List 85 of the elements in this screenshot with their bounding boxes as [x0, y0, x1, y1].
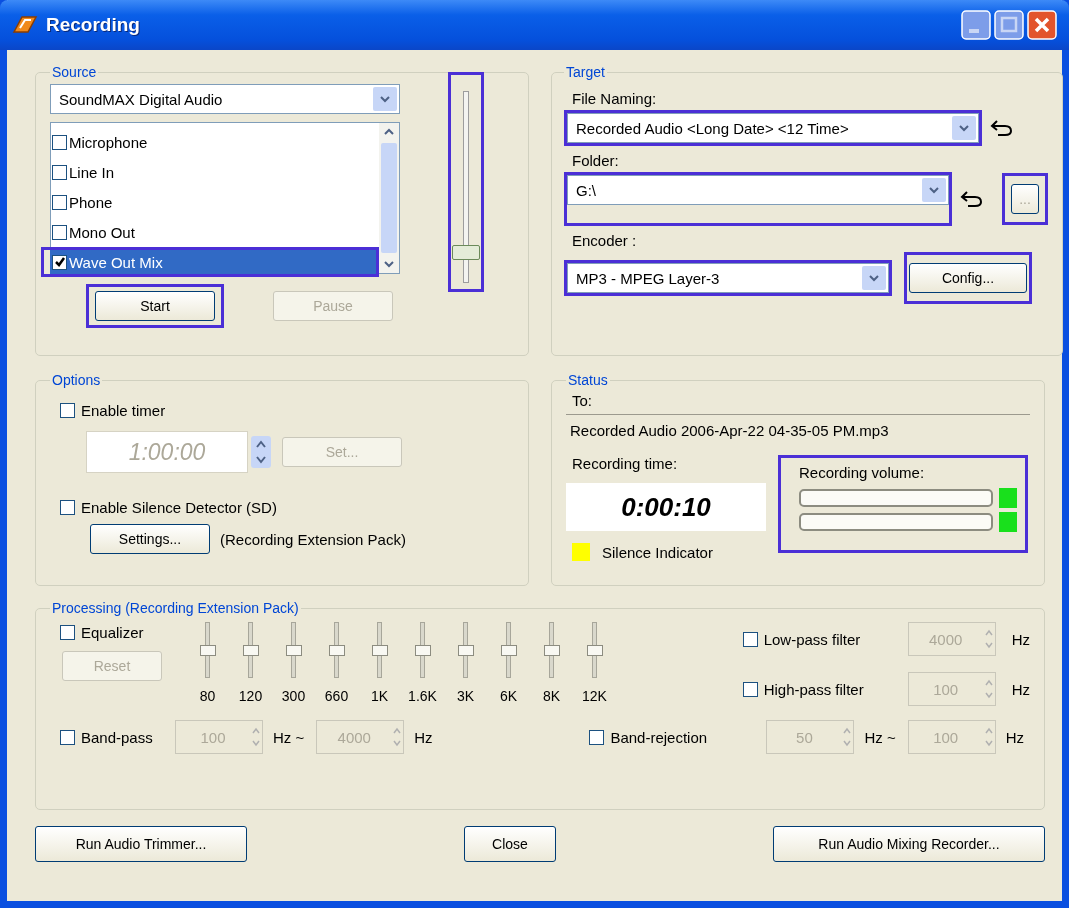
- unit-label: Hz: [414, 728, 433, 746]
- band-label: 6K: [499, 688, 518, 704]
- start-button[interactable]: Start: [95, 291, 215, 321]
- volume-slider-thumb[interactable]: [452, 245, 480, 261]
- unit-label: Hz: [1011, 680, 1030, 698]
- field-label: Folder:: [572, 152, 620, 170]
- group-title: Target: [565, 64, 606, 80]
- list-item[interactable]: Line In: [50, 160, 376, 184]
- recording-time-display: 0:00:10: [566, 483, 766, 531]
- undo-icon[interactable]: [960, 189, 984, 209]
- checkbox[interactable]: [52, 134, 67, 150]
- window-title: Recording: [46, 14, 141, 36]
- equalizer-slider-thumb[interactable]: [458, 645, 474, 656]
- group-title: Source: [51, 64, 98, 80]
- band-label: 3K: [456, 688, 475, 704]
- band-label: 1.6K: [408, 688, 437, 704]
- band-label: 660: [324, 688, 349, 704]
- checkbox[interactable]: [52, 164, 67, 180]
- file-naming-dropdown[interactable]: Recorded Audio <Long Date> <12 Time>: [567, 113, 979, 143]
- unit-label: Hz ~: [273, 728, 305, 746]
- indicator-label: Silence Indicator: [602, 543, 713, 561]
- equalizer-slider-thumb[interactable]: [587, 645, 603, 656]
- field-label: To:: [572, 392, 593, 410]
- checkbox[interactable]: [60, 625, 75, 640]
- equalizer-slider-thumb[interactable]: [372, 645, 388, 656]
- checkbox[interactable]: [52, 194, 67, 210]
- band-label: 12K: [582, 688, 607, 704]
- dialog-button[interactable]: Run Audio Trimmer...: [35, 826, 247, 862]
- close-icon[interactable]: [1027, 10, 1057, 40]
- equalizer-slider-thumb[interactable]: [544, 645, 560, 656]
- output-file-field: Recorded Audio 2006-Apr-22 04-35-05 PM.mp3: [566, 414, 1030, 445]
- equalizer-slider-thumb[interactable]: [200, 645, 216, 656]
- checkbox[interactable]: [742, 631, 758, 647]
- field-label: Encoder :: [572, 232, 638, 250]
- maximize-icon[interactable]: [994, 10, 1024, 40]
- undo-icon[interactable]: [990, 118, 1014, 138]
- equalizer-slider-thumb[interactable]: [243, 645, 259, 656]
- checkbox-label: Enable timer: [81, 402, 166, 419]
- checkbox-label: Enable Silence Detector (SD): [81, 499, 277, 516]
- checkbox[interactable]: [60, 729, 75, 745]
- checkbox[interactable]: [589, 729, 605, 745]
- minimize-icon[interactable]: [961, 10, 991, 40]
- checkbox[interactable]: [52, 254, 67, 270]
- checkbox-label: Equalizer: [81, 624, 144, 641]
- group-title: Options: [51, 372, 102, 388]
- band-label: 300: [281, 688, 306, 704]
- band-label: 120: [238, 688, 263, 704]
- checkbox[interactable]: [60, 403, 75, 418]
- group-title: Status: [567, 372, 609, 388]
- spin-arrows-icon[interactable]: [250, 435, 272, 469]
- list-item[interactable]: Microphone: [50, 130, 376, 154]
- band-label: 8K: [542, 688, 561, 704]
- checkbox-label: Band-rejection: [610, 728, 709, 746]
- unit-label: Hz: [1011, 630, 1030, 648]
- settings-button[interactable]: Settings...: [90, 524, 210, 554]
- dialog-button[interactable]: Close: [464, 826, 556, 862]
- list-item[interactable]: Mono Out: [50, 220, 376, 244]
- equalizer-slider-thumb[interactable]: [501, 645, 517, 656]
- equalizer-slider-thumb[interactable]: [329, 645, 345, 656]
- dialog-button[interactable]: Run Audio Mixing Recorder...: [773, 826, 1045, 862]
- band-label: 1K: [370, 688, 389, 704]
- checkbox[interactable]: [60, 500, 75, 515]
- note-text: (Recording Extension Pack): [220, 530, 406, 548]
- folder-dropdown[interactable]: G:\: [567, 175, 949, 205]
- checkbox-label: Low-pass filter: [763, 630, 862, 648]
- checkbox-label: Band-pass: [81, 728, 154, 746]
- scrollbar[interactable]: [379, 123, 399, 273]
- field-label: Recording volume:: [799, 464, 926, 482]
- checkbox-label: High-pass filter: [763, 680, 865, 698]
- group-title: Processing (Recording Extension Pack): [51, 600, 300, 616]
- field-label: Recording time:: [572, 455, 679, 473]
- equalizer-slider-thumb[interactable]: [415, 645, 431, 656]
- device-dropdown[interactable]: SoundMAX Digital Audio: [50, 84, 400, 114]
- equalizer-slider-thumb[interactable]: [286, 645, 302, 656]
- field-label: File Naming:: [572, 90, 658, 108]
- encoder-dropdown[interactable]: MP3 - MPEG Layer-3: [567, 263, 889, 293]
- list-item[interactable]: Wave Out Mix: [50, 250, 376, 274]
- checkbox[interactable]: [742, 681, 758, 697]
- checkbox[interactable]: [52, 224, 67, 240]
- list-item[interactable]: Phone: [50, 190, 376, 214]
- app-icon: [12, 14, 38, 36]
- band-label: 80: [199, 688, 216, 704]
- config-button[interactable]: Config...: [909, 263, 1027, 293]
- unit-label: Hz ~: [864, 728, 896, 746]
- unit-label: Hz: [1005, 728, 1024, 746]
